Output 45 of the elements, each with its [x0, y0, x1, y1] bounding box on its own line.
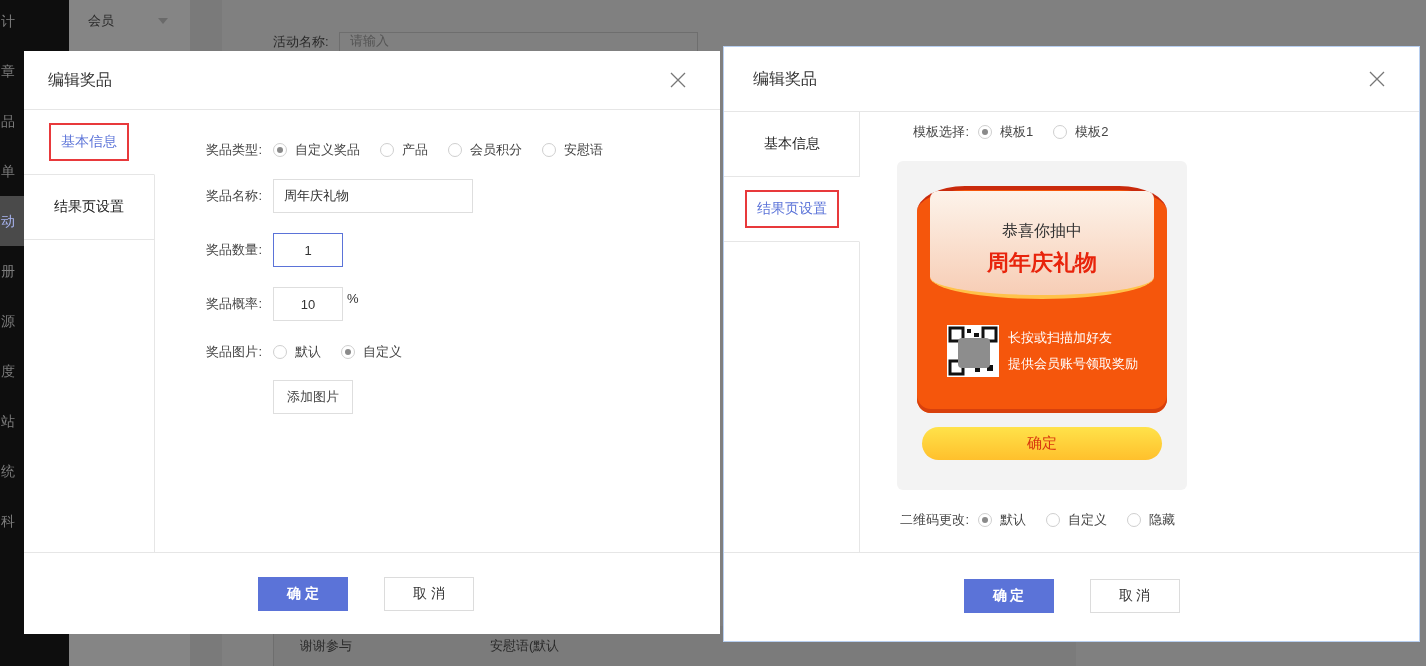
qr-code-icon	[947, 325, 999, 377]
greeting-text: 恭喜你抽中	[1002, 221, 1082, 241]
input-field[interactable]: 周年庆礼物	[273, 179, 473, 213]
close-icon[interactable]	[1369, 71, 1385, 87]
radio-option[interactable]: 模板2	[1053, 123, 1109, 141]
radio-option[interactable]: 会员积分	[448, 141, 522, 159]
close-icon[interactable]	[670, 72, 686, 88]
confirm-button[interactable]: 确 定	[963, 579, 1054, 613]
radio-option[interactable]: 安慰语	[542, 141, 603, 159]
tab[interactable]: 结果页设置	[724, 177, 860, 242]
tab[interactable]: 结果页设置	[24, 175, 155, 240]
field-label: 模板选择:	[912, 123, 969, 141]
radio-option[interactable]: 自定义奖品	[273, 141, 360, 159]
instruction-text: 提供会员账号领取奖励	[1008, 355, 1138, 373]
radio-option[interactable]: 默认	[273, 343, 321, 361]
field-label: 奖品概率:	[205, 295, 262, 313]
field-label: 奖品图片:	[205, 343, 262, 361]
radio-option[interactable]: 隐藏	[1127, 511, 1175, 529]
dialog-title: 编辑奖品	[753, 68, 817, 89]
radio-option[interactable]: 默认	[978, 511, 1026, 529]
input-field[interactable]: 1	[273, 233, 343, 267]
field-label: 奖品数量:	[205, 241, 262, 259]
radio-option[interactable]: 自定义	[341, 343, 402, 361]
field-label: 活动名称:	[273, 33, 329, 51]
table-cell: 安慰语(默认	[490, 637, 560, 655]
submenu-item[interactable]: 会员	[69, 0, 190, 30]
prize-text: 周年庆礼物	[987, 249, 1097, 277]
add-image-button[interactable]: 添加图片	[273, 380, 353, 414]
cancel-button[interactable]: 取 消	[384, 576, 474, 611]
tab[interactable]: 基本信息	[724, 112, 860, 177]
field-label: 奖品名称:	[205, 187, 262, 205]
field-label: 二维码更改:	[899, 511, 969, 529]
radio-option[interactable]: 自定义	[1046, 511, 1107, 529]
unit-label: %	[347, 291, 359, 306]
cancel-button[interactable]: 取 消	[1089, 579, 1180, 613]
radio-option[interactable]: 模板1	[978, 123, 1034, 141]
dialog-title: 编辑奖品	[48, 69, 112, 90]
table-cell-text: 谢谢参与	[300, 637, 353, 655]
field-label: 奖品类型:	[205, 141, 262, 159]
input-field[interactable]: 10	[273, 287, 343, 321]
confirm-button[interactable]: 确 定	[258, 576, 348, 611]
radio-option[interactable]: 产品	[380, 141, 428, 159]
instruction-text: 长按或扫描加好友	[1008, 329, 1113, 347]
caret-icon	[158, 18, 168, 24]
tab[interactable]: 基本信息	[24, 110, 155, 175]
